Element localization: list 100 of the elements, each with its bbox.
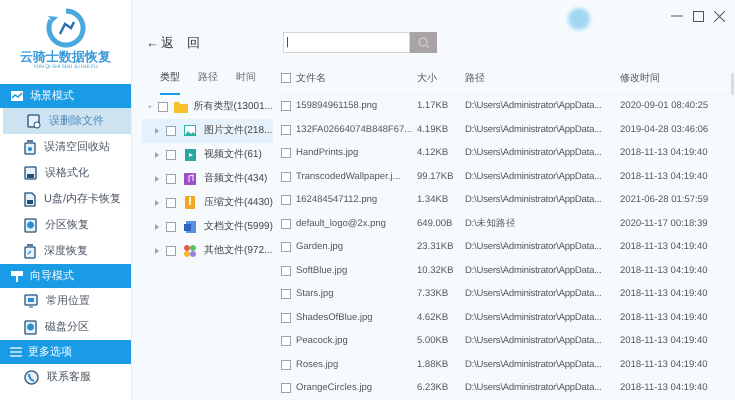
collapsed-caret-icon[interactable] [154,200,160,206]
tree-item[interactable]: 所有类型(13001... [142,94,273,118]
sidebar-item[interactable]: 联系客服 [0,364,131,390]
trash-icon [24,140,36,154]
music-icon [184,172,196,184]
checkbox[interactable] [281,172,291,182]
file-name: Stars.jpg [296,287,334,302]
checkbox[interactable] [281,218,291,229]
checkbox[interactable] [166,246,176,256]
zip-icon [185,196,195,209]
tree-item[interactable]: 视频文件(61) [142,142,273,166]
file-name: SoftBlue.jpg [296,264,348,278]
checkbox[interactable] [166,174,176,184]
file-size: 1.88KB [417,358,450,372]
column-header[interactable]: 大小 [417,70,465,86]
modified-time: 2018-11-13 04:19:40 [620,381,708,396]
sidebar-label: 深度恢复 [44,244,88,259]
modified-time: 2018-11-13 04:19:40 [620,310,708,325]
tree-item[interactable]: 文档文件(5999) [142,214,273,238]
checkbox[interactable] [281,195,291,206]
tab[interactable]: 时间 [236,62,256,94]
modified-time: 2018-11-13 04:19:40 [620,146,708,160]
modified-time: 2018-11-13 04:19:40 [620,240,708,254]
sidebar-item[interactable]: 误格式化 [0,160,131,186]
film-icon [184,148,196,160]
tab[interactable]: 类型 [160,62,180,94]
file-size: 6.23KB [417,381,450,396]
checkbox[interactable] [281,266,291,276]
file-size: 649.00B [417,216,454,231]
collapsed-caret-icon[interactable] [154,176,160,182]
file-name: default_logo@2x.png [296,216,386,231]
search-field[interactable]: | [283,32,410,53]
collapsed-caret-icon[interactable] [154,224,160,230]
file-path: D:\Users\Administrator\AppData... [465,193,602,208]
sidebar-item[interactable]: 分区恢复 [0,212,131,238]
file-path: D:\Users\Administrator\AppData... [465,264,602,278]
avatar [568,8,590,30]
tree-item[interactable]: 图片文件(218... [142,118,273,142]
modified-time: 2018-11-13 04:19:40 [620,170,708,184]
tree-item[interactable]: 音频文件(434) [142,166,273,190]
column-header[interactable]: 修改时间 [620,70,660,86]
file-size: 10.32KB [417,264,454,278]
checkbox[interactable] [158,102,168,112]
collapsed-caret-icon[interactable] [154,248,160,254]
file-name: Peacock.jpg [296,334,348,348]
sidebar-item[interactable]: 常用位置 [0,288,131,314]
file-size: 1.34KB [417,193,450,208]
collapsed-caret-icon[interactable] [154,152,160,158]
checkbox[interactable] [281,336,291,346]
checkbox[interactable] [281,312,291,323]
checkbox[interactable] [281,148,291,158]
section-title: 向导模式 [30,268,74,284]
sd-card-icon [24,192,36,206]
monitor-icon [24,294,38,308]
modified-time: 2018-11-13 04:19:40 [620,264,708,278]
checkbox[interactable] [281,124,291,135]
column-header[interactable]: 文件名 [296,70,326,86]
file-name: ShadesOfBlue.jpg [296,310,373,325]
logo-title: 云骑士数据恢复 [20,50,111,63]
sidebar-item[interactable]: U盘/内存卡恢复 [0,186,131,212]
sidebar-label: 分区恢复 [45,218,89,233]
checkbox[interactable] [281,289,291,300]
checkbox[interactable] [166,198,176,208]
column-header[interactable]: 路径 [465,70,620,86]
sidebar-item[interactable]: 深度恢复 [0,238,131,264]
modified-time: 2019-04-28 03:46:06 [620,122,708,137]
checkbox[interactable] [281,73,291,83]
modified-time: 2020-11-17 00:18:39 [620,216,708,231]
checkbox[interactable] [281,242,291,252]
checkbox[interactable] [281,360,291,370]
checkbox[interactable] [281,383,291,394]
collapsed-caret-icon[interactable] [154,128,160,134]
sidebar-item[interactable]: 误清空回收站 [0,134,131,160]
file-name: TranscodedWallpaper.j... [296,170,400,184]
file-name: HandPrints.jpg [296,146,358,160]
tree-label: 文档文件(5999) [204,220,273,234]
close-icon[interactable] [714,10,725,22]
tree-label: 音频文件(434) [204,172,268,186]
file-path: D:\Users\Administrator\AppData... [465,146,602,160]
file-size: 5.00KB [417,334,450,348]
file-name: 162484547112.png [296,193,378,208]
back-button[interactable]: ←返 回 [146,33,200,52]
sidebar-item[interactable]: 磁盘分区 [0,314,131,340]
tree-item[interactable]: 压缩文件(4430) [142,190,273,214]
maximize-icon[interactable] [693,10,704,22]
sidebar-label: 常用位置 [46,294,90,309]
tree-item[interactable]: 其他文件(972... [142,238,273,262]
search-button[interactable] [410,32,437,53]
tab[interactable]: 路径 [198,62,218,94]
checkbox[interactable] [166,150,176,160]
tree-label: 图片文件(218... [204,124,272,138]
checkbox[interactable] [166,126,176,136]
checkbox[interactable] [166,222,176,232]
signpost-icon [10,269,24,283]
file-size: 4.19KB [417,122,450,137]
modified-time: 2020-09-01 08:40:25 [620,99,708,114]
modified-time: 2021-06-28 01:57:59 [620,193,708,208]
folder-icon [174,100,188,112]
checkbox[interactable] [281,101,291,112]
sidebar-label: U盘/内存卡恢复 [44,192,121,207]
